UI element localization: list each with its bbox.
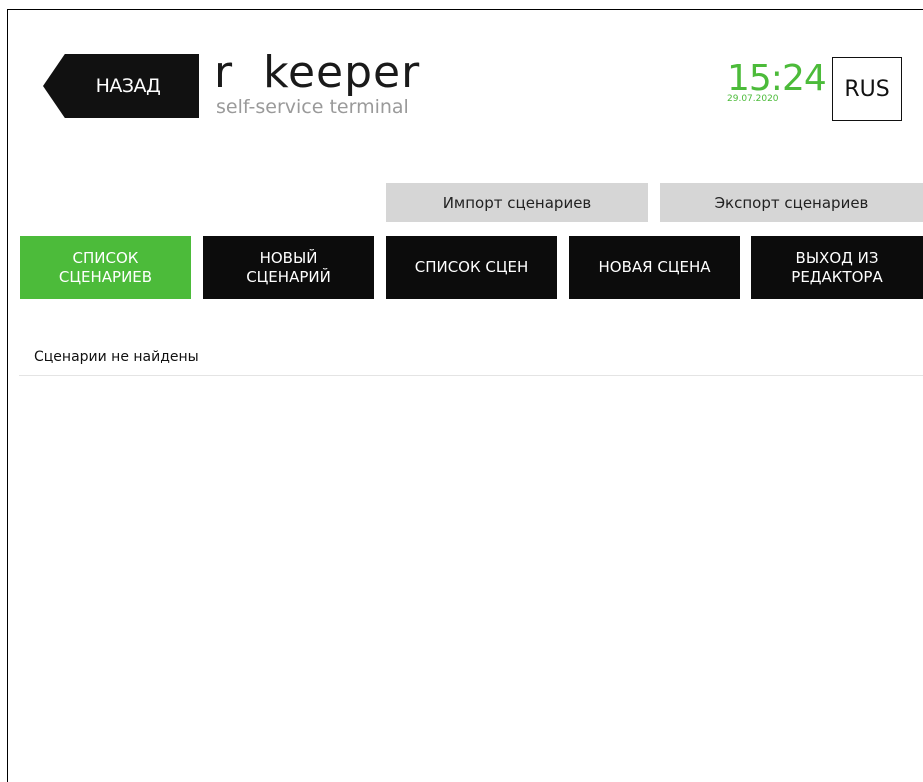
import-scenarios-label: Импорт сценариев (442, 193, 592, 212)
logo-title: r keeper (214, 47, 421, 98)
back-button-label: НАЗАД (95, 75, 161, 97)
language-button[interactable]: RUS (832, 57, 902, 121)
nav-new-scenario-button[interactable]: НОВЫЙ СЦЕНАРИЙ (203, 236, 374, 299)
nav-scene-list-button[interactable]: СПИСОК СЦЕН (386, 236, 557, 299)
nav-scenario-list-label: СПИСОК СЦЕНАРИЕВ (58, 248, 153, 286)
nav-scene-list-label: СПИСОК СЦЕН (414, 258, 529, 276)
app-window (7, 9, 923, 782)
nav-new-scenario-label: НОВЫЙ СЦЕНАРИЙ (246, 248, 331, 286)
empty-state-message: Сценарии не найдены (34, 349, 199, 365)
back-button[interactable]: НАЗАД (43, 54, 199, 118)
import-scenarios-button[interactable]: Импорт сценариев (386, 183, 648, 222)
nav-exit-editor-button[interactable]: ВЫХОД ИЗ РЕДАКТОРА (751, 236, 923, 299)
nav-exit-editor-label: ВЫХОД ИЗ РЕДАКТОРА (791, 248, 883, 286)
nav-new-scene-button[interactable]: НОВАЯ СЦЕНА (569, 236, 740, 299)
nav-scenario-list-button[interactable]: СПИСОК СЦЕНАРИЕВ (20, 236, 191, 299)
export-scenarios-label: Экспорт сценариев (714, 193, 869, 212)
nav-new-scene-label: НОВАЯ СЦЕНА (598, 258, 711, 276)
logo: r keeper self-service terminal (214, 47, 421, 119)
clock-time: 15:24 (727, 58, 827, 99)
logo-subtitle: self-service terminal (216, 96, 409, 118)
clock: 15:24 29.07.2020 (727, 58, 827, 105)
list-divider (19, 375, 923, 376)
export-scenarios-button[interactable]: Экспорт сценариев (660, 183, 923, 222)
language-label: RUS (844, 76, 890, 102)
